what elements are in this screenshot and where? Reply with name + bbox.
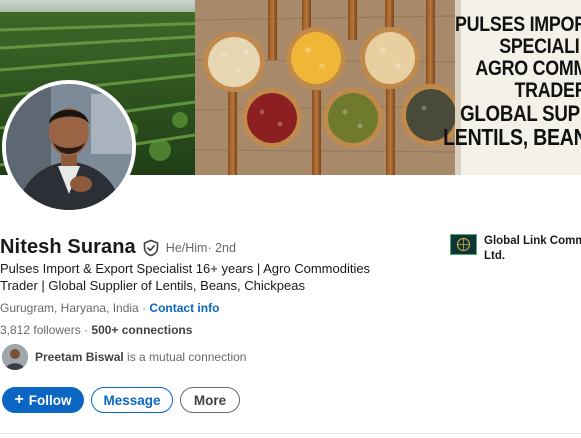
location-row: Gurugram, Haryana, India · Contact info: [0, 301, 219, 315]
message-button[interactable]: Message: [91, 387, 173, 413]
mutual-avatar: [2, 344, 28, 370]
connections-count[interactable]: 500+ connections: [91, 323, 192, 337]
contact-info-link[interactable]: Contact info: [149, 301, 219, 315]
company-name: Global Link Comm Ltd.: [484, 235, 581, 262]
follow-label: Follow: [28, 392, 72, 408]
mutual-suffix: is a mutual connection: [123, 350, 247, 364]
banner-line: TRADER: [514, 79, 581, 103]
plus-icon: +: [14, 391, 24, 408]
network-stats: 3,812 followers · 500+ connections: [0, 323, 192, 337]
profile-photo[interactable]: [2, 80, 136, 214]
banner-caption: PULSES IMPORT SPECIALI AGRO COMM TRADER …: [443, 8, 581, 149]
location-text: Gurugram, Haryana, India: [0, 301, 139, 315]
pronouns: He/Him: [165, 240, 208, 255]
name-row: Nitesh Surana He/Him · 2nd: [0, 236, 236, 259]
mutual-text: Preetam Biswal is a mutual connection: [35, 350, 246, 364]
banner-line: SPECIALI: [499, 35, 580, 59]
current-company[interactable]: Global Link Comm Ltd.: [450, 234, 581, 264]
follow-button[interactable]: + Follow: [2, 387, 84, 413]
location-separator: ·: [138, 301, 150, 315]
connection-degree: · 2nd: [207, 240, 236, 255]
mutual-name: Preetam Biswal: [35, 350, 124, 364]
banner-line: GLOBAL SUPP: [460, 101, 581, 127]
profile-photo-image: [6, 84, 132, 210]
stats-separator: ·: [80, 323, 92, 337]
profile-name: Nitesh Surana: [0, 236, 136, 258]
banner-line: PULSES IMPORT: [455, 13, 581, 36]
followers-count[interactable]: 3,812 followers: [0, 323, 81, 337]
mutual-connection[interactable]: Preetam Biswal is a mutual connection: [2, 344, 246, 370]
banner-line: AGRO COMM: [475, 57, 581, 81]
banner-line: LENTILS, BEANS, C: [443, 124, 581, 151]
more-button[interactable]: More: [180, 387, 240, 413]
company-logo: [450, 234, 477, 255]
profile-headline: Pulses Import & Export Specialist 16+ ye…: [0, 261, 371, 293]
shield-check-icon[interactable]: [142, 239, 160, 257]
divider: [0, 433, 581, 434]
